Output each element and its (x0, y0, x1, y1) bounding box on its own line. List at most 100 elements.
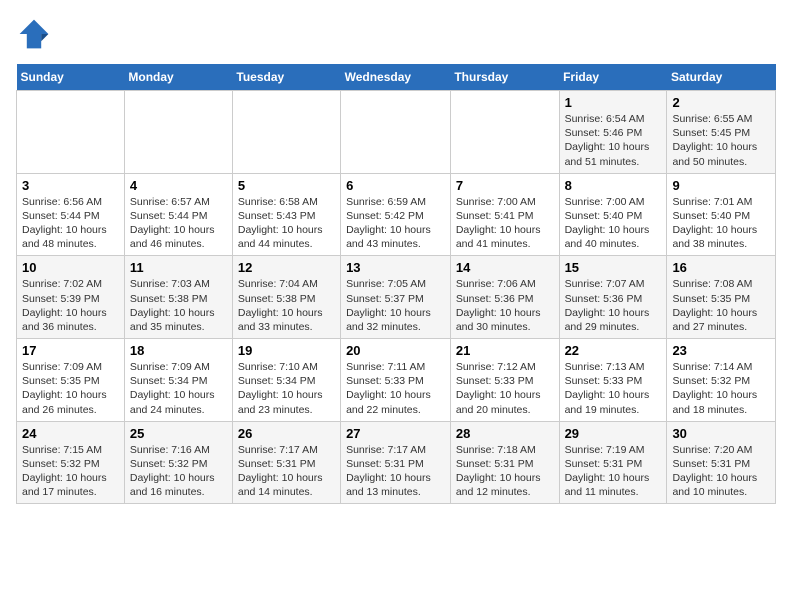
day-number: 17 (22, 343, 119, 358)
day-number: 10 (22, 260, 119, 275)
day-number: 29 (565, 426, 662, 441)
calendar-cell: 19Sunrise: 7:10 AM Sunset: 5:34 PM Dayli… (232, 339, 340, 422)
day-number: 21 (456, 343, 554, 358)
day-info: Sunrise: 7:04 AM Sunset: 5:38 PM Dayligh… (238, 277, 335, 334)
day-number: 13 (346, 260, 445, 275)
day-info: Sunrise: 7:09 AM Sunset: 5:34 PM Dayligh… (130, 360, 227, 417)
day-number: 30 (672, 426, 770, 441)
day-info: Sunrise: 7:01 AM Sunset: 5:40 PM Dayligh… (672, 195, 770, 252)
day-info: Sunrise: 7:11 AM Sunset: 5:33 PM Dayligh… (346, 360, 445, 417)
day-info: Sunrise: 6:58 AM Sunset: 5:43 PM Dayligh… (238, 195, 335, 252)
calendar-cell: 26 Sunrise: 7:17 AM Sunset: 5:31 PM Dayli… (232, 421, 340, 504)
day-info: Sunrise: 7:17 AM Sunset: 5:31 PM Dayligh… (238, 443, 335, 500)
day-info: Sunrise: 6:55 AM Sunset: 5:45 PM Dayligh… (672, 112, 770, 169)
calendar-cell: 14 Sunrise: 7:06 AM Sunset: 5:36 PM Dayli… (450, 256, 559, 339)
day-info: Sunrise: 7:03 AM Sunset: 5:38 PM Dayligh… (130, 277, 227, 334)
day-info: Sunrise: 6:56 AM Sunset: 5:44 PM Dayligh… (22, 195, 119, 252)
day-info: Sunrise: 7:19 AM Sunset: 5:31 PM Dayligh… (565, 443, 662, 500)
weekday-header-tuesday: Tuesday (232, 64, 340, 91)
calendar-cell: 20Sunrise: 7:11 AM Sunset: 5:33 PM Dayli… (341, 339, 451, 422)
page-header (16, 16, 776, 52)
weekday-header-wednesday: Wednesday (341, 64, 451, 91)
calendar-header: SundayMondayTuesdayWednesdayThursdayFrid… (17, 64, 776, 91)
day-number: 23 (672, 343, 770, 358)
weekday-header-sunday: Sunday (17, 64, 125, 91)
calendar-cell (232, 91, 340, 174)
day-info: Sunrise: 6:54 AM Sunset: 5:46 PM Dayligh… (565, 112, 662, 169)
day-number: 26 (238, 426, 335, 441)
logo (16, 16, 56, 52)
day-number: 28 (456, 426, 554, 441)
calendar-cell (450, 91, 559, 174)
day-number: 4 (130, 178, 227, 193)
day-info: Sunrise: 7:16 AM Sunset: 5:32 PM Dayligh… (130, 443, 227, 500)
calendar-cell: 11 Sunrise: 7:03 AM Sunset: 5:38 PM Dayli… (124, 256, 232, 339)
weekday-header-thursday: Thursday (450, 64, 559, 91)
day-number: 5 (238, 178, 335, 193)
day-info: Sunrise: 7:02 AM Sunset: 5:39 PM Dayligh… (22, 277, 119, 334)
day-info: Sunrise: 7:00 AM Sunset: 5:41 PM Dayligh… (456, 195, 554, 252)
calendar-cell (124, 91, 232, 174)
calendar-cell: 25 Sunrise: 7:16 AM Sunset: 5:32 PM Dayli… (124, 421, 232, 504)
day-number: 1 (565, 95, 662, 110)
weekday-header-friday: Friday (559, 64, 667, 91)
day-info: Sunrise: 7:12 AM Sunset: 5:33 PM Dayligh… (456, 360, 554, 417)
calendar-cell: 1 Sunrise: 6:54 AM Sunset: 5:46 PM Daylig… (559, 91, 667, 174)
day-number: 22 (565, 343, 662, 358)
day-info: Sunrise: 7:06 AM Sunset: 5:36 PM Dayligh… (456, 277, 554, 334)
day-number: 2 (672, 95, 770, 110)
calendar-cell: 12Sunrise: 7:04 AM Sunset: 5:38 PM Dayli… (232, 256, 340, 339)
calendar-cell: 17 Sunrise: 7:09 AM Sunset: 5:35 PM Dayli… (17, 339, 125, 422)
calendar-cell (341, 91, 451, 174)
calendar-cell: 16 Sunrise: 7:08 AM Sunset: 5:35 PM Dayli… (667, 256, 776, 339)
calendar-cell: 23 Sunrise: 7:14 AM Sunset: 5:32 PM Dayli… (667, 339, 776, 422)
calendar-cell: 10 Sunrise: 7:02 AM Sunset: 5:39 PM Dayli… (17, 256, 125, 339)
calendar-cell: 22 Sunrise: 7:13 AM Sunset: 5:33 PM Dayli… (559, 339, 667, 422)
weekday-header-row: SundayMondayTuesdayWednesdayThursdayFrid… (17, 64, 776, 91)
day-number: 18 (130, 343, 227, 358)
day-number: 9 (672, 178, 770, 193)
day-info: Sunrise: 7:08 AM Sunset: 5:35 PM Dayligh… (672, 277, 770, 334)
day-number: 6 (346, 178, 445, 193)
day-info: Sunrise: 7:09 AM Sunset: 5:35 PM Dayligh… (22, 360, 119, 417)
day-info: Sunrise: 7:00 AM Sunset: 5:40 PM Dayligh… (565, 195, 662, 252)
day-info: Sunrise: 7:13 AM Sunset: 5:33 PM Dayligh… (565, 360, 662, 417)
calendar-cell: 28Sunrise: 7:18 AM Sunset: 5:31 PM Dayli… (450, 421, 559, 504)
calendar-cell: 13Sunrise: 7:05 AM Sunset: 5:37 PM Dayli… (341, 256, 451, 339)
weekday-header-monday: Monday (124, 64, 232, 91)
calendar-cell: 3 Sunrise: 6:56 AM Sunset: 5:44 PM Daylig… (17, 173, 125, 256)
day-number: 7 (456, 178, 554, 193)
day-number: 14 (456, 260, 554, 275)
day-number: 16 (672, 260, 770, 275)
calendar-body: 1 Sunrise: 6:54 AM Sunset: 5:46 PM Daylig… (17, 91, 776, 504)
day-info: Sunrise: 7:17 AM Sunset: 5:31 PM Dayligh… (346, 443, 445, 500)
weekday-header-saturday: Saturday (667, 64, 776, 91)
calendar-cell: 15 Sunrise: 7:07 AM Sunset: 5:36 PM Dayli… (559, 256, 667, 339)
day-number: 15 (565, 260, 662, 275)
calendar-week-3: 10 Sunrise: 7:02 AM Sunset: 5:39 PM Dayli… (17, 256, 776, 339)
calendar-table: SundayMondayTuesdayWednesdayThursdayFrid… (16, 64, 776, 504)
day-info: Sunrise: 6:59 AM Sunset: 5:42 PM Dayligh… (346, 195, 445, 252)
day-info: Sunrise: 6:57 AM Sunset: 5:44 PM Dayligh… (130, 195, 227, 252)
day-number: 27 (346, 426, 445, 441)
calendar-cell: 30 Sunrise: 7:20 AM Sunset: 5:31 PM Dayli… (667, 421, 776, 504)
calendar-cell: 6 Sunrise: 6:59 AM Sunset: 5:42 PM Daylig… (341, 173, 451, 256)
calendar-week-4: 17 Sunrise: 7:09 AM Sunset: 5:35 PM Dayli… (17, 339, 776, 422)
day-number: 19 (238, 343, 335, 358)
calendar-week-1: 1 Sunrise: 6:54 AM Sunset: 5:46 PM Daylig… (17, 91, 776, 174)
day-info: Sunrise: 7:20 AM Sunset: 5:31 PM Dayligh… (672, 443, 770, 500)
calendar-cell: 9 Sunrise: 7:01 AM Sunset: 5:40 PM Daylig… (667, 173, 776, 256)
day-number: 25 (130, 426, 227, 441)
day-number: 8 (565, 178, 662, 193)
day-info: Sunrise: 7:07 AM Sunset: 5:36 PM Dayligh… (565, 277, 662, 334)
calendar-cell (17, 91, 125, 174)
day-info: Sunrise: 7:14 AM Sunset: 5:32 PM Dayligh… (672, 360, 770, 417)
day-number: 11 (130, 260, 227, 275)
calendar-cell: 24Sunrise: 7:15 AM Sunset: 5:32 PM Dayli… (17, 421, 125, 504)
calendar-cell: 29 Sunrise: 7:19 AM Sunset: 5:31 PM Dayli… (559, 421, 667, 504)
day-number: 24 (22, 426, 119, 441)
calendar-week-5: 24Sunrise: 7:15 AM Sunset: 5:32 PM Dayli… (17, 421, 776, 504)
day-number: 3 (22, 178, 119, 193)
calendar-cell: 5 Sunrise: 6:58 AM Sunset: 5:43 PM Daylig… (232, 173, 340, 256)
calendar-week-2: 3 Sunrise: 6:56 AM Sunset: 5:44 PM Daylig… (17, 173, 776, 256)
